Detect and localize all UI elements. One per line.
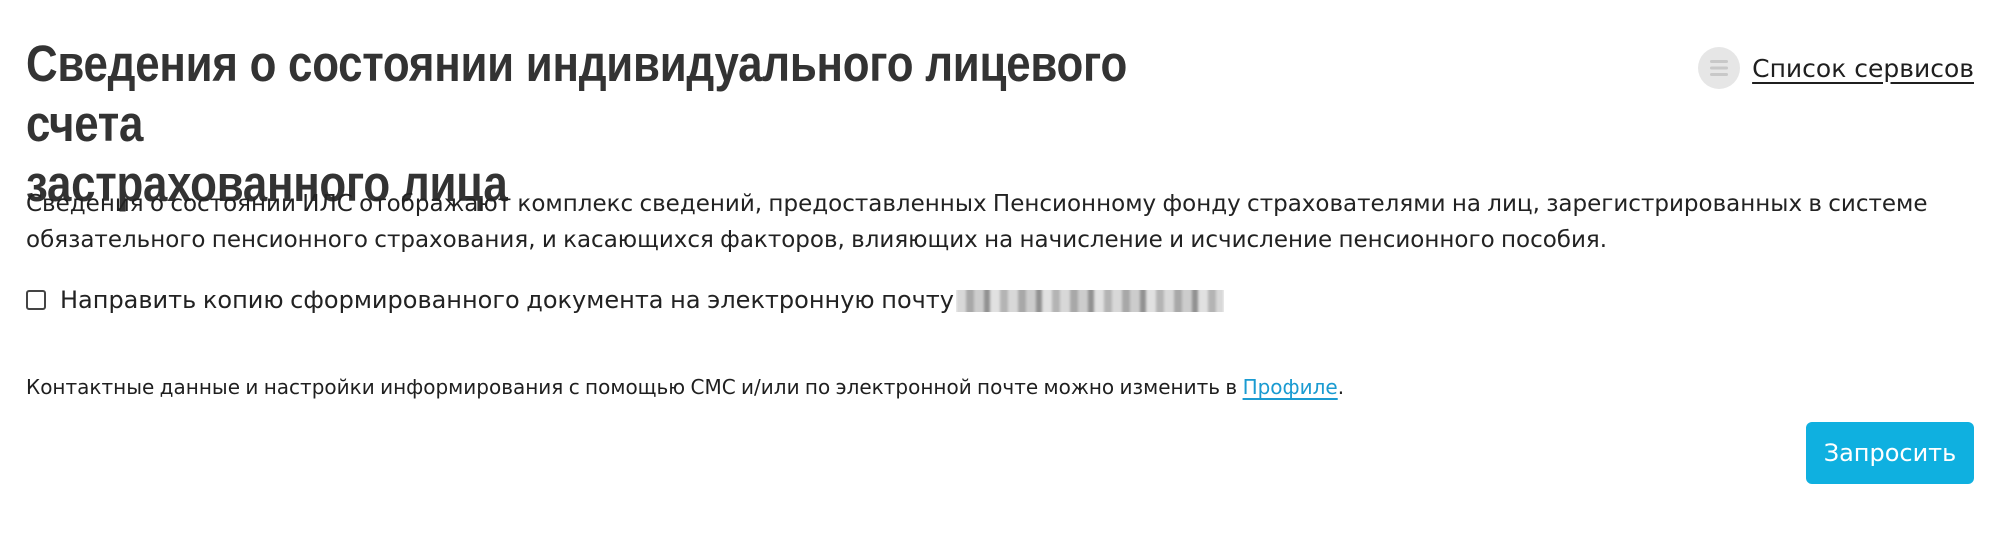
contacts-note-text: Контактные данные и настройки информиров…: [26, 375, 1243, 399]
services-list-link[interactable]: Список сервисов: [1698, 46, 1974, 90]
email-copy-label[interactable]: Направить копию сформированного документ…: [60, 286, 954, 314]
service-description: Сведения о состоянии ИЛС отображают комп…: [26, 186, 1946, 258]
page-title-line-1: Сведения о состоянии индивидуального лиц…: [26, 35, 1127, 152]
email-copy-option[interactable]: Направить копию сформированного документ…: [26, 282, 1224, 318]
email-copy-checkbox[interactable]: [26, 290, 46, 310]
contacts-note-suffix: .: [1337, 375, 1345, 399]
redacted-email: [956, 290, 1224, 312]
services-list-label: Список сервисов: [1752, 53, 1974, 83]
request-button[interactable]: Запросить: [1806, 422, 1974, 484]
page: Сведения о состоянии индивидуального лиц…: [0, 0, 2000, 542]
profile-link[interactable]: Профиле: [1243, 375, 1338, 399]
description-line-1: Сведения о состоянии ИЛС отображают комп…: [26, 191, 1928, 217]
list-menu-icon: [1698, 47, 1741, 89]
description-line-2: обязательного пенсионного страхования, и…: [26, 227, 1608, 253]
contacts-note: Контактные данные и настройки информиров…: [26, 372, 1344, 402]
